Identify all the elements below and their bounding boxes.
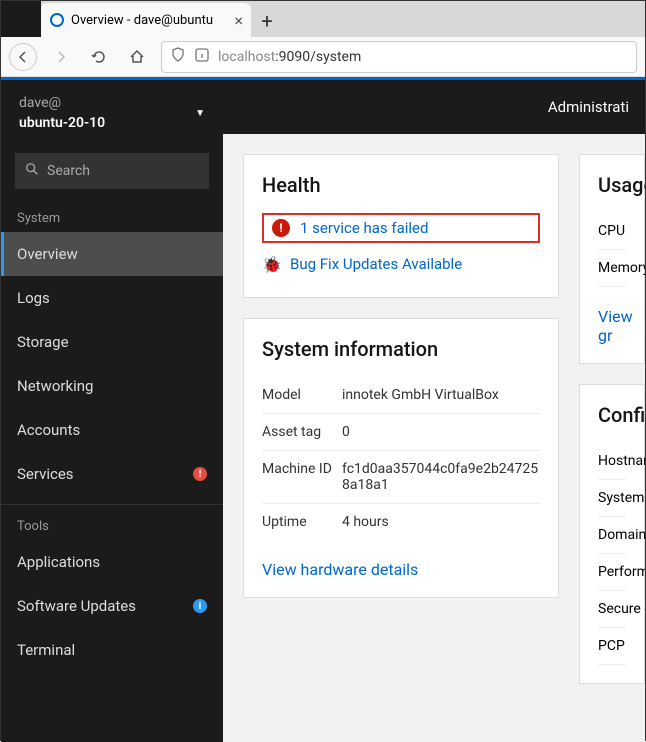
nav-logs[interactable]: Logs <box>1 276 223 320</box>
nav-networking[interactable]: Networking <box>1 364 223 408</box>
config-row: Hostnam <box>598 443 626 480</box>
cockpit-favicon-icon <box>49 12 65 28</box>
config-title: Confi <box>598 403 626 427</box>
host-name: ubuntu-20-10 <box>19 114 105 134</box>
browser-tab-strip: Overview - dave@ubuntu × + <box>1 1 645 37</box>
health-failed-link: 1 service has failed <box>300 219 428 237</box>
tab-close-icon[interactable]: × <box>234 11 243 30</box>
usage-link[interactable]: View gr <box>598 307 626 345</box>
config-row: Perform profile <box>598 554 626 591</box>
health-card: Health ! 1 service has failed 🐞 Bug Fix … <box>243 154 559 298</box>
health-failed-services[interactable]: ! 1 service has failed <box>262 213 540 243</box>
sysinfo-card: System information Modelinnotek GmbH Vir… <box>243 318 559 598</box>
usage-cpu: CPU <box>598 213 626 250</box>
info-badge-icon: i <box>193 599 207 613</box>
browser-tab-active[interactable]: Overview - dave@ubuntu × <box>41 3 251 37</box>
search-placeholder: Search <box>47 163 90 179</box>
new-tab-button[interactable]: + <box>251 5 283 37</box>
hardware-details-link[interactable]: View hardware details <box>262 560 540 579</box>
host-selector[interactable]: dave@ ubuntu-20-10 ▼ <box>1 80 223 147</box>
host-user: dave@ <box>19 94 105 114</box>
sysinfo-row: Machine IDfc1d0aa357044c0fa9e2b247258a18… <box>262 451 540 504</box>
topbar: Administrati <box>223 77 645 134</box>
nav-storage[interactable]: Storage <box>1 320 223 364</box>
config-card: Confi Hostnam System Domain Perform prof… <box>579 384 645 684</box>
nav-services[interactable]: Services! <box>1 452 223 496</box>
url-text: localhost:9090/system <box>218 49 361 65</box>
search-icon <box>25 162 39 180</box>
health-updates-link: Bug Fix Updates Available <box>290 255 462 273</box>
url-bar[interactable]: localhost:9090/system <box>161 41 637 73</box>
sysinfo-title: System information <box>262 337 540 361</box>
nav-overview[interactable]: Overview <box>1 232 223 276</box>
config-row: Domain <box>598 517 626 554</box>
caret-down-icon: ▼ <box>195 108 205 119</box>
sidebar: dave@ ubuntu-20-10 ▼ Search System Overv… <box>1 77 223 742</box>
shield-icon[interactable] <box>170 47 186 67</box>
reload-button[interactable] <box>85 43 113 71</box>
config-row: System <box>598 480 626 517</box>
bug-icon: 🐞 <box>262 255 280 273</box>
health-title: Health <box>262 173 540 197</box>
search-input[interactable]: Search <box>15 153 209 189</box>
back-button[interactable] <box>9 43 37 71</box>
alert-badge-icon: ! <box>193 467 207 481</box>
sysinfo-row: Asset tag0 <box>262 414 540 451</box>
forward-button[interactable] <box>47 43 75 71</box>
topbar-right[interactable]: Administrati <box>548 98 629 116</box>
nav-software-updates[interactable]: Software Updatesi <box>1 584 223 628</box>
nav-section-system: System <box>1 205 223 232</box>
sysinfo-row: Uptime4 hours <box>262 504 540 540</box>
usage-memory: Memory <box>598 250 626 287</box>
home-button[interactable] <box>123 43 151 71</box>
nav-applications[interactable]: Applications <box>1 540 223 584</box>
usage-card: Usage CPU Memory View gr <box>579 154 645 364</box>
nav-accounts[interactable]: Accounts <box>1 408 223 452</box>
config-row: PCP <box>598 628 626 665</box>
sysinfo-row: Modelinnotek GmbH VirtualBox <box>262 377 540 414</box>
browser-toolbar: localhost:9090/system <box>1 37 645 77</box>
nav-divider <box>1 504 223 505</box>
config-row: Secure S <box>598 591 626 628</box>
usage-title: Usage <box>598 173 626 197</box>
tab-title: Overview - dave@ubuntu <box>71 13 213 28</box>
nav-terminal[interactable]: Terminal <box>1 628 223 672</box>
info-icon[interactable] <box>194 47 210 67</box>
nav-section-tools: Tools <box>1 513 223 540</box>
alert-icon: ! <box>272 219 290 237</box>
tab-spacer <box>1 1 41 37</box>
health-updates[interactable]: 🐞 Bug Fix Updates Available <box>262 249 540 279</box>
